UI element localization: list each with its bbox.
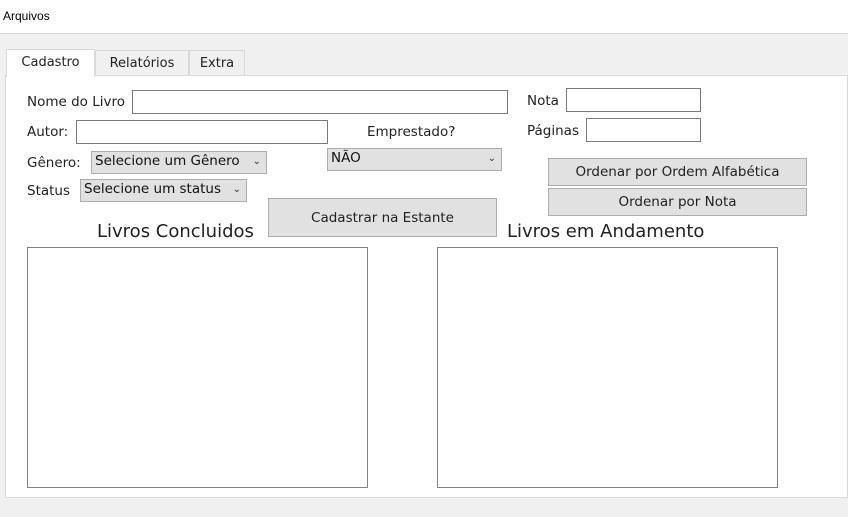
status-label: Status xyxy=(27,183,71,199)
menu-bar: Arquivos xyxy=(0,0,848,34)
ordenar-nota-button[interactable]: Ordenar por Nota xyxy=(548,188,807,216)
paginas-input[interactable] xyxy=(586,118,701,142)
nome-livro-label: Nome do Livro xyxy=(27,94,126,110)
genero-select[interactable]: Selecione um Gênero ⌄ xyxy=(91,151,267,174)
paginas-label: Páginas xyxy=(527,123,579,139)
emprestado-label: Emprestado? xyxy=(367,124,456,140)
nota-label: Nota xyxy=(527,93,559,109)
autor-input[interactable] xyxy=(76,120,328,144)
status-value: Selecione um status xyxy=(84,181,221,197)
menu-item-arquivos[interactable]: Arquivos xyxy=(3,9,50,23)
tab-extra[interactable]: Extra xyxy=(189,50,245,76)
tab-relatorios[interactable]: Relatórios xyxy=(95,50,189,76)
livros-concluidos-title: Livros Concluidos xyxy=(97,221,254,242)
emprestado-select[interactable]: NÃO ⌄ xyxy=(327,148,502,171)
chevron-down-icon: ⌄ xyxy=(252,156,261,167)
emprestado-value: NÃO xyxy=(331,150,361,166)
livros-andamento-title: Livros em Andamento xyxy=(507,221,705,242)
livros-andamento-list[interactable] xyxy=(437,247,778,488)
livros-concluidos-list[interactable] xyxy=(27,247,368,488)
ordenar-alfabetica-button[interactable]: Ordenar por Ordem Alfabética xyxy=(548,158,807,186)
nota-input[interactable] xyxy=(566,88,701,112)
status-select[interactable]: Selecione um status ⌄ xyxy=(80,179,247,202)
chevron-down-icon: ⌄ xyxy=(232,184,241,195)
autor-label: Autor: xyxy=(27,124,69,140)
cadastrar-button[interactable]: Cadastrar na Estante xyxy=(268,198,497,237)
nome-livro-input[interactable] xyxy=(132,90,508,114)
genero-value: Selecione um Gênero xyxy=(95,153,240,169)
chevron-down-icon: ⌄ xyxy=(487,153,496,164)
tab-cadastro[interactable]: Cadastro xyxy=(6,49,95,77)
genero-label: Gênero: xyxy=(27,155,81,171)
